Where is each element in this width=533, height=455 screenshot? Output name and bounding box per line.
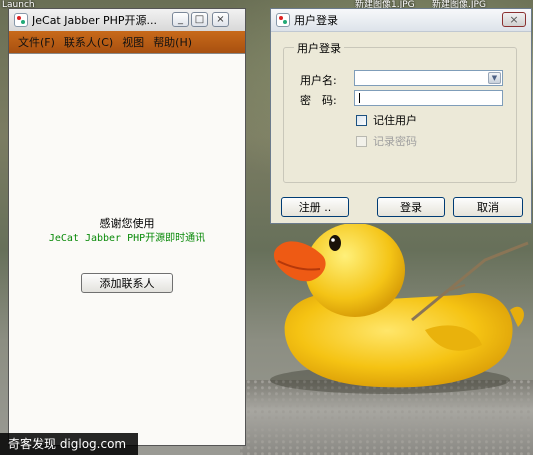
add-contact-button[interactable]: 添加联系人 <box>81 273 173 293</box>
login-dialog: 用户登录 × 用户登录 用户名: ▼ 密 码: 记住用户 记录密码 注册 .. … <box>270 8 532 224</box>
main-window-titlebar[interactable]: JeCat Jabber PHP开源... _ □ × <box>9 9 245 32</box>
password-label: 密 码: <box>300 94 337 107</box>
remember-password-label: 记录密码 <box>373 135 417 148</box>
login-dialog-title: 用户登录 <box>294 14 338 27</box>
username-combobox[interactable]: ▼ <box>354 70 503 86</box>
menu-view[interactable]: 视图 <box>122 34 144 50</box>
remember-user-label: 记住用户 <box>373 114 417 127</box>
menu-bar: 文件(F) 联系人(C) 视图 帮助(H) <box>9 31 245 53</box>
close-button[interactable]: × <box>212 12 229 27</box>
main-window-body: 感谢您使用 JeCat Jabber PHP开源即时通讯 添加联系人 <box>9 53 245 445</box>
remember-password-checkbox <box>356 135 367 147</box>
remember-password-option: 记录密码 <box>356 133 417 149</box>
watermark-caption: 奇客发现 diglog.com <box>0 433 138 455</box>
menu-contacts[interactable]: 联系人(C) <box>64 34 113 50</box>
login-group-title: 用户登录 <box>294 40 344 56</box>
password-field[interactable] <box>354 90 503 106</box>
restore-button[interactable]: □ <box>191 12 208 27</box>
cancel-button[interactable]: 取消 <box>453 197 523 217</box>
minimize-button[interactable]: _ <box>172 12 189 27</box>
menu-help[interactable]: 帮助(H) <box>153 34 192 50</box>
remember-user-option[interactable]: 记住用户 <box>356 112 417 128</box>
login-close-button[interactable]: × <box>502 12 526 27</box>
username-label: 用户名: <box>300 74 337 87</box>
main-window-title: JeCat Jabber PHP开源... <box>32 14 158 27</box>
text-caret <box>359 93 360 103</box>
chevron-down-icon[interactable]: ▼ <box>488 72 501 84</box>
login-groupbox: 用户登录 用户名: ▼ 密 码: 记住用户 记录密码 <box>283 40 517 183</box>
remember-user-checkbox[interactable] <box>356 114 367 126</box>
login-dialog-titlebar[interactable]: 用户登录 × <box>271 9 531 32</box>
login-button[interactable]: 登录 <box>377 197 445 217</box>
rubber-duck-image <box>270 223 529 394</box>
register-button[interactable]: 注册 .. <box>281 197 349 217</box>
menu-file[interactable]: 文件(F) <box>18 34 55 50</box>
main-window: JeCat Jabber PHP开源... _ □ × 文件(F) 联系人(C)… <box>8 8 246 446</box>
product-name-text: JeCat Jabber PHP开源即时通讯 <box>48 233 206 244</box>
jecat-app-icon <box>276 13 290 27</box>
jecat-app-icon <box>14 13 28 27</box>
